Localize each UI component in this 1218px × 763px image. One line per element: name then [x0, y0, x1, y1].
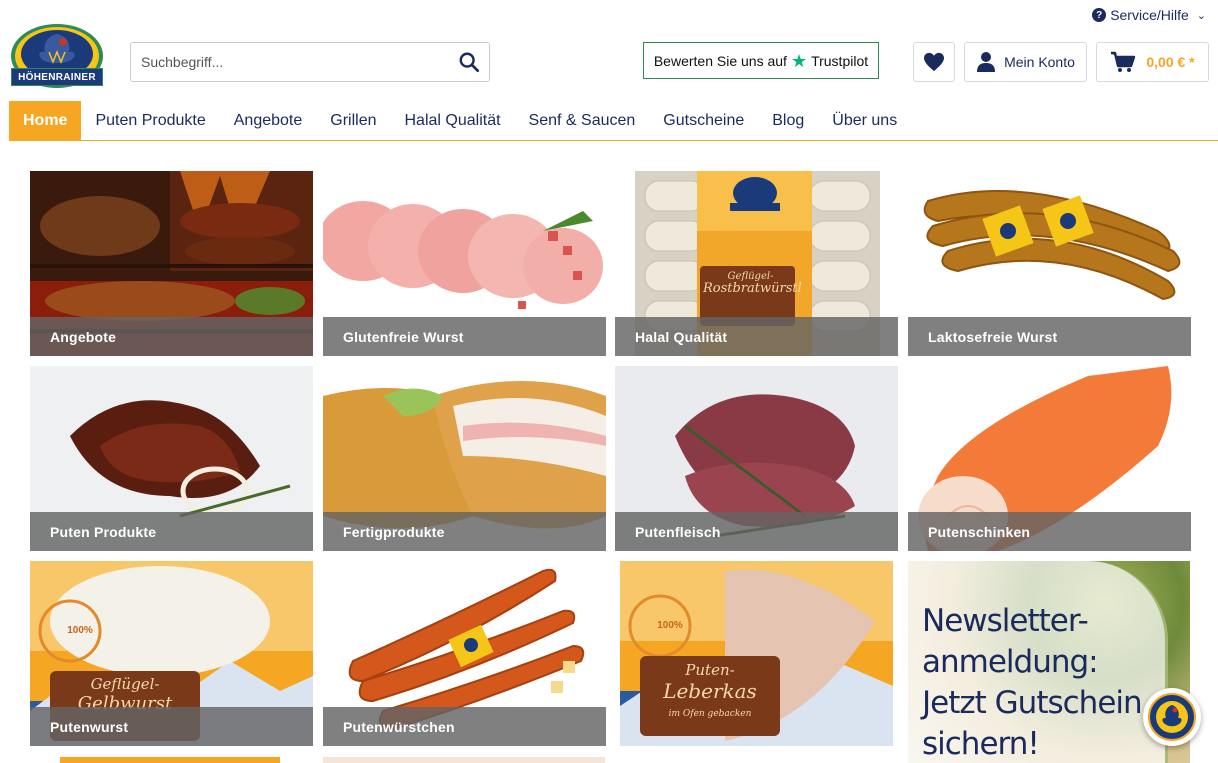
tile-label: Angebote [30, 317, 313, 356]
logo[interactable]: HÖHENRAINER [9, 22, 105, 90]
tile-label: Laktosefreie Wurst [908, 317, 1191, 356]
category-tile-angebote[interactable]: Angebote [30, 171, 313, 356]
tile-label: Fertigprodukte [323, 512, 606, 551]
search-icon [459, 52, 480, 73]
tile-label: Putenwürstchen [323, 707, 606, 746]
search-box [130, 42, 490, 82]
question-icon: ? [1092, 8, 1107, 22]
trustpilot-text: Bewerten Sie uns auf [653, 52, 787, 69]
nav-item-halal-qualitaet[interactable]: Halal Qualität [391, 101, 515, 140]
search-input[interactable] [131, 43, 449, 81]
pack-label: Geflügel- Rostbratwürstl [703, 271, 802, 296]
nav-item-senf-saucen[interactable]: Senf & Saucen [515, 101, 650, 140]
main-navigation: Home Puten Produkte Angebote Grillen Hal… [9, 101, 1218, 141]
nav-item-gutscheine[interactable]: Gutscheine [649, 101, 758, 140]
nav-item-angebote[interactable]: Angebote [220, 101, 317, 140]
star-icon: ★ [790, 50, 808, 71]
category-tile-laktosefreie-wurst[interactable]: Laktosefreie Wurst [908, 171, 1191, 356]
cart-icon [1111, 51, 1136, 72]
cart-button[interactable]: 0,00 € * [1096, 42, 1209, 82]
category-tile-putenfleisch[interactable]: Putenfleisch [615, 366, 898, 551]
nav-item-blog[interactable]: Blog [758, 101, 818, 140]
category-tile-putenwuerstchen[interactable]: Putenwürstchen [323, 561, 606, 746]
search-button[interactable] [449, 43, 489, 81]
nav-item-home[interactable]: Home [9, 101, 82, 140]
category-tile-halal-qualitaet[interactable]: Geflügel- Rostbratwürstl Halal Qualität [615, 171, 898, 356]
tile-label: Putenschinken [908, 512, 1191, 551]
nav-item-ueber-uns[interactable]: Über uns [818, 101, 911, 140]
nav-item-grillen[interactable]: Grillen [316, 101, 390, 140]
category-tile-putenschinken[interactable]: Putenschinken [908, 366, 1191, 551]
tile-label: Putenfleisch [615, 512, 898, 551]
pack-label: Puten- Leberkas im Ofen gebacken [663, 661, 757, 719]
cart-total: 0,00 € * [1146, 54, 1195, 70]
category-tile-putenwurst[interactable]: 100% Geflügel- Gelbwurst Putenwurst [30, 561, 313, 746]
turkey-badge-icon [1148, 693, 1196, 741]
account-button[interactable]: Mein Konto [964, 42, 1087, 82]
newsletter-text: Newsletter- anmeldung: Jetzt Gutschein s… [922, 603, 1143, 762]
next-row-peek [323, 757, 605, 763]
trustpilot-button[interactable]: Bewerten Sie uns auf ★ Trustpilot [643, 42, 879, 79]
heart-icon [924, 52, 944, 72]
tile-label: Halal Qualität [615, 317, 898, 356]
next-row-peek [60, 757, 280, 763]
tile-label: Glutenfreie Wurst [323, 317, 606, 356]
category-tile-puten-produkte[interactable]: Puten Produkte [30, 366, 313, 551]
service-help-label: Service/Hilfe [1110, 7, 1189, 23]
category-tile-fertigprodukte[interactable]: Fertigprodukte [323, 366, 606, 551]
category-tile-puten-leberkas[interactable]: 100% Puten- Leberkas im Ofen gebacken [615, 561, 898, 746]
chat-widget-button[interactable] [1143, 688, 1201, 746]
tile-label: Putenwurst [30, 707, 313, 746]
nav-item-puten-produkte[interactable]: Puten Produkte [81, 101, 219, 140]
service-help-menu[interactable]: ? Service/Hilfe ⌄ [1092, 7, 1206, 23]
logo-text: HÖHENRAINER [11, 68, 103, 86]
chevron-down-icon: ⌄ [1196, 9, 1206, 22]
user-icon [977, 52, 996, 72]
account-label: Mein Konto [1004, 54, 1075, 70]
badge-100: 100% [67, 625, 93, 636]
trustpilot-brand: Trustpilot [811, 52, 869, 69]
category-tile-glutenfreie-wurst[interactable]: Glutenfreie Wurst [323, 171, 606, 356]
wishlist-button[interactable] [913, 42, 955, 82]
badge-100: 100% [657, 620, 683, 631]
tile-label: Puten Produkte [30, 512, 313, 551]
